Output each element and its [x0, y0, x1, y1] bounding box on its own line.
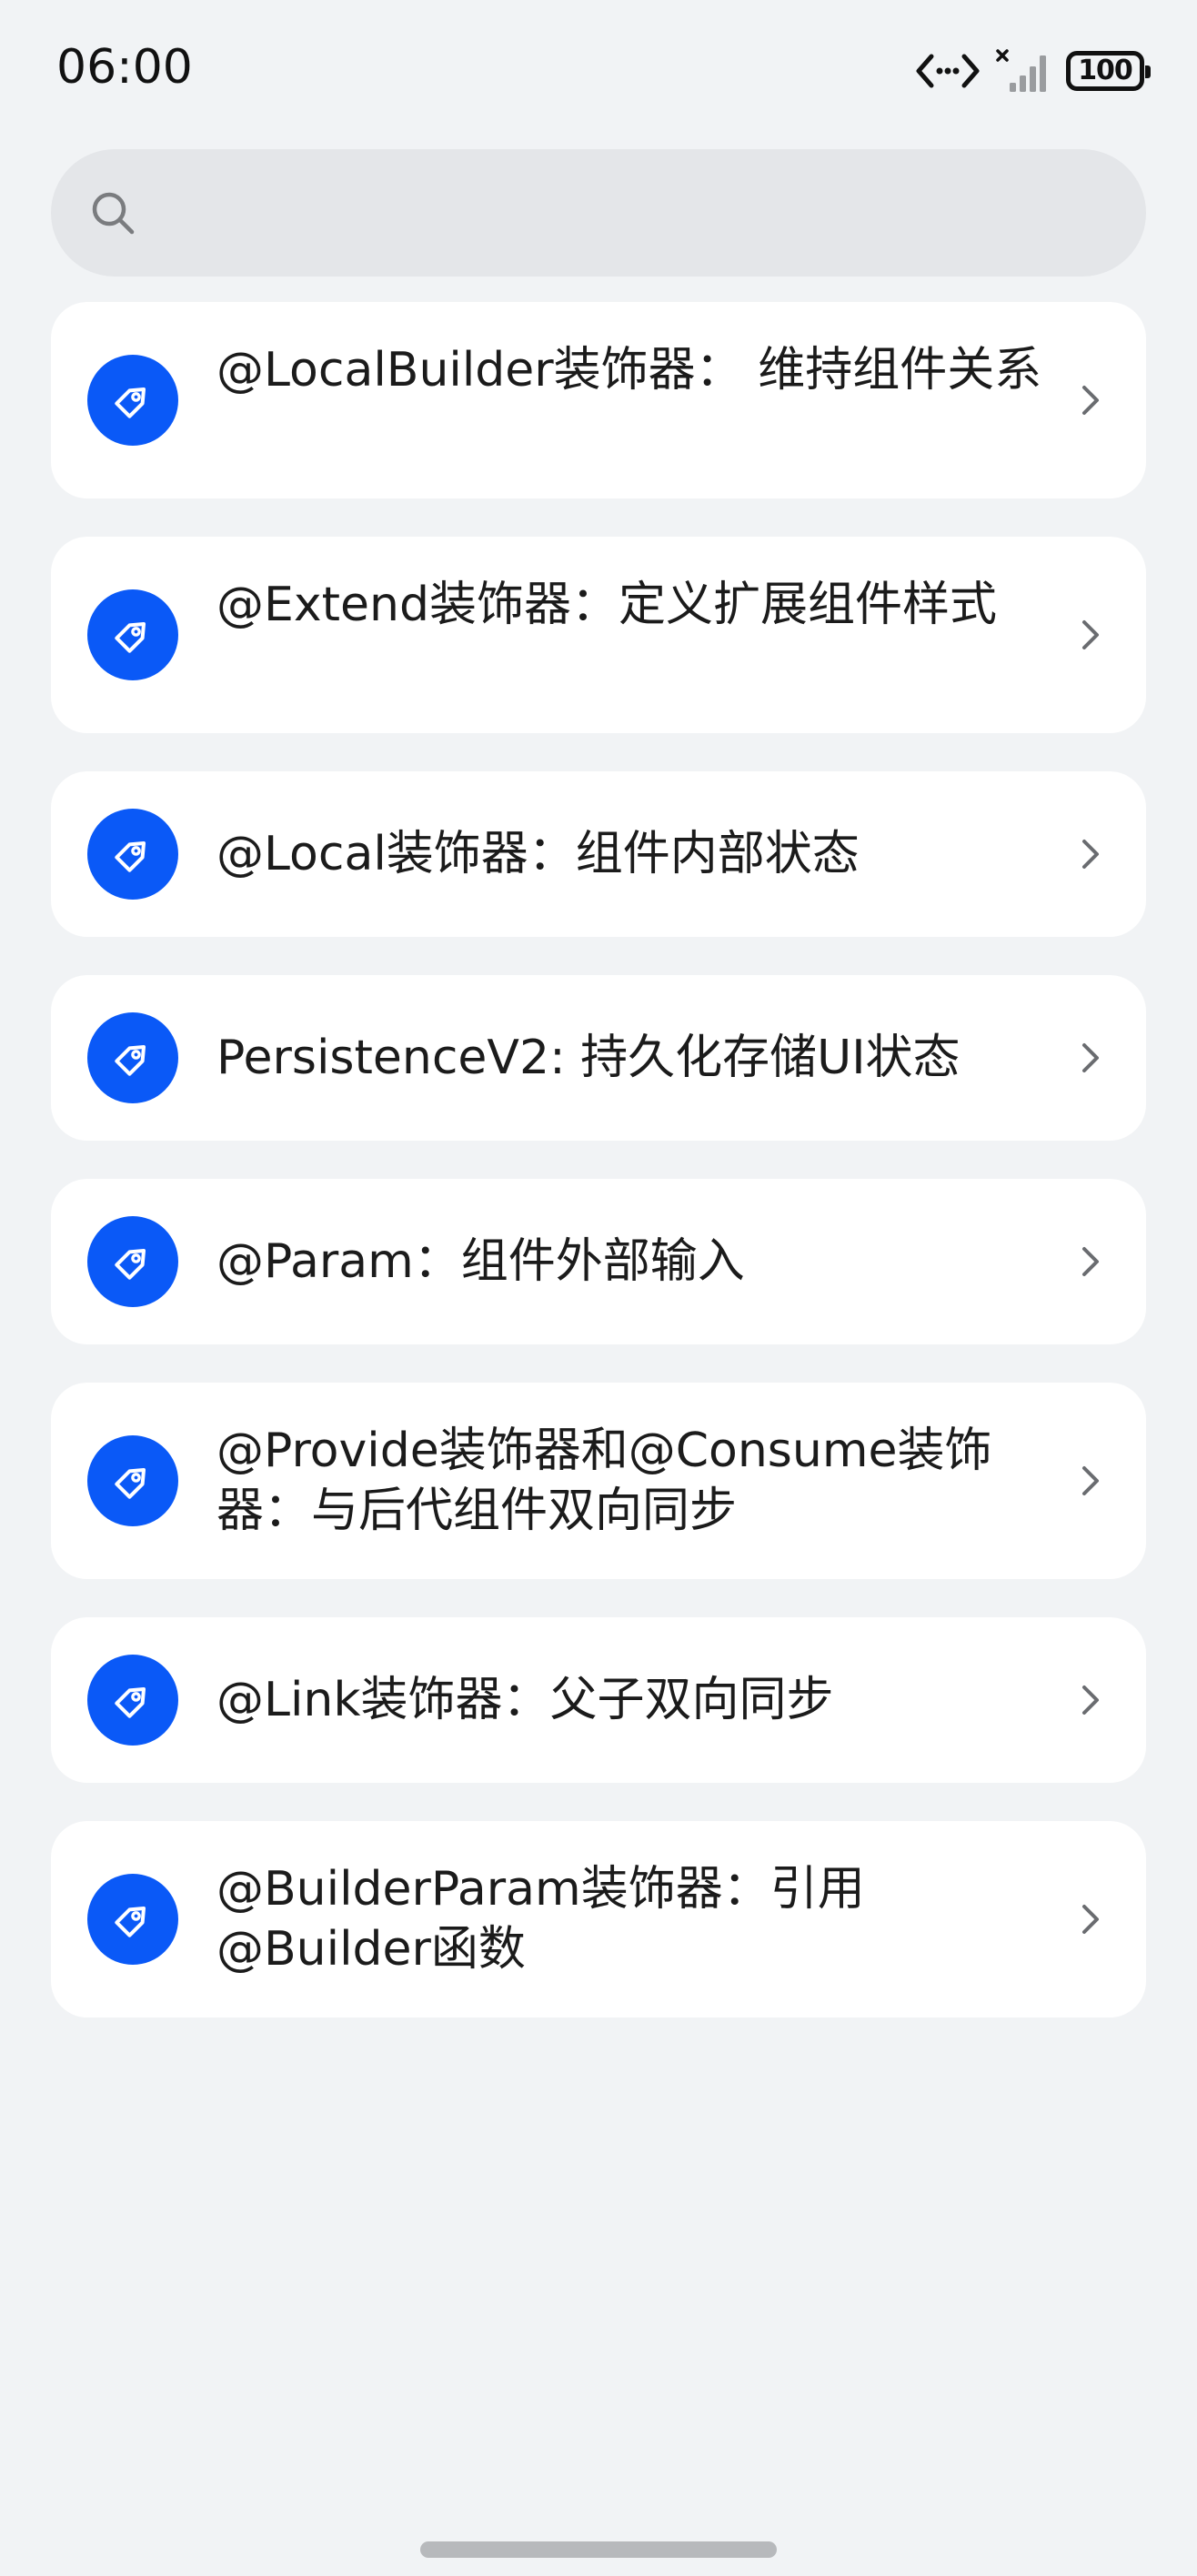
status-time: 06:00 — [56, 40, 193, 95]
battery-level: 100 — [1078, 55, 1133, 86]
list-item[interactable]: PersistenceV2: 持久化存储UI状态 — [51, 975, 1146, 1141]
list-item-label: @BuilderParam装饰器：引用@Builder函数 — [216, 1862, 865, 1977]
list-item-label: @Provide装饰器和@Consume装饰器：与后代组件双向同步 — [216, 1424, 992, 1538]
search-icon — [89, 189, 136, 236]
chevron-right-icon — [1082, 1043, 1099, 1072]
list-item-label: PersistenceV2: 持久化存储UI状态 — [216, 1031, 961, 1085]
list-item[interactable]: @Link装饰器：父子双向同步 — [51, 1617, 1146, 1783]
list-item-label: @Local装饰器：组件内部状态 — [216, 827, 860, 881]
list-item-label: @LocalBuilder装饰器： 维持组件关系 — [216, 343, 1042, 397]
list-item[interactable]: @Extend装饰器：定义扩展组件样式 — [51, 537, 1146, 733]
status-icons: 100 — [915, 45, 1151, 96]
list-item-label: @Extend装饰器：定义扩展组件样式 — [216, 578, 997, 632]
chevron-right-icon — [1082, 1685, 1099, 1715]
search-input[interactable] — [160, 149, 1110, 278]
signal-no-service-icon — [995, 48, 1051, 94]
list-item-label: @Link装饰器：父子双向同步 — [216, 1673, 834, 1727]
connection-arrows-icon — [915, 51, 981, 91]
tag-icon — [87, 809, 178, 900]
list-item[interactable]: @Provide装饰器和@Consume装饰器：与后代组件双向同步 — [51, 1383, 1146, 1579]
tag-icon — [87, 589, 178, 680]
status-bar: 06:00 100 — [0, 0, 1197, 136]
tag-icon — [87, 355, 178, 446]
list-item[interactable]: @LocalBuilder装饰器： 维持组件关系 — [51, 302, 1146, 498]
search-bar[interactable] — [51, 149, 1146, 278]
tag-icon — [87, 1874, 178, 1965]
chevron-right-icon — [1082, 1247, 1099, 1276]
list-item-label: @Param：组件外部输入 — [216, 1234, 745, 1289]
home-indicator[interactable] — [420, 2541, 777, 2558]
list-item[interactable]: @Param：组件外部输入 — [51, 1179, 1146, 1344]
tag-icon — [87, 1216, 178, 1307]
chevron-right-icon — [1082, 840, 1099, 869]
chevron-right-icon — [1082, 1905, 1099, 1934]
tag-icon — [87, 1435, 178, 1526]
chevron-right-icon — [1082, 386, 1099, 415]
chevron-right-icon — [1082, 1466, 1099, 1495]
chevron-right-icon — [1082, 620, 1099, 649]
list-item[interactable]: @BuilderParam装饰器：引用@Builder函数 — [51, 1821, 1146, 2018]
list-item[interactable]: @Local装饰器：组件内部状态 — [51, 771, 1146, 937]
tag-icon — [87, 1655, 178, 1746]
tag-icon — [87, 1012, 178, 1103]
battery-icon: 100 — [1066, 51, 1151, 91]
